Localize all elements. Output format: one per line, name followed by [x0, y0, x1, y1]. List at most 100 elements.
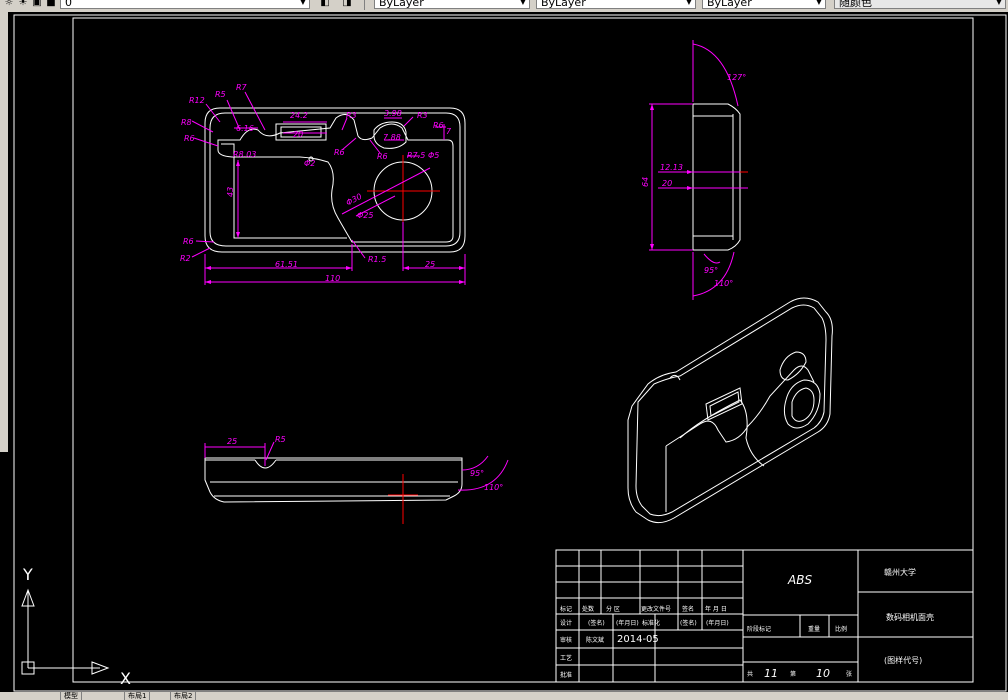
dim-phi25: Φ25	[357, 211, 373, 220]
iso-outer-outline	[627, 297, 833, 524]
dim-r6b: R6	[334, 148, 345, 157]
dim-r6c: R6	[377, 152, 388, 161]
dim-64: 64	[641, 177, 650, 187]
header-change-doc: 更改文件号	[641, 605, 671, 613]
layer-value: 0	[65, 0, 72, 9]
dim-r8: R8	[181, 118, 192, 127]
design-label: 设计	[560, 619, 572, 627]
dim-r15: R1.5	[368, 255, 386, 264]
sheet-label: 第	[790, 670, 796, 678]
layout-tabs: 模型 布局1 布局2	[0, 692, 1008, 700]
standardize-date: (年月日)	[706, 619, 729, 627]
lineweight-dropdown[interactable]: ByLayer ▼	[702, 0, 826, 9]
iso-lens-inner	[791, 387, 815, 422]
material-text: ABS	[787, 573, 812, 587]
dim-7: 7	[446, 127, 452, 136]
linetype-dropdown[interactable]: ByLayer ▼	[536, 0, 696, 9]
layer-freeze-icon[interactable]: ☀	[16, 0, 30, 9]
dim-a127: 127°	[727, 73, 746, 82]
dim-r5: R5	[215, 90, 226, 99]
properties-toolbar: ☼ ☀ ▣ ■ 0 ▼ ◧ ◨ ByLayer ▼ ByLayer ▼ ByLa…	[0, 0, 1008, 12]
standardize-sign: (签名)	[680, 619, 697, 627]
dim-242: 24.2	[290, 111, 308, 120]
leader-bottom-r5	[265, 441, 275, 461]
designer-name: 陈文斌	[586, 636, 604, 644]
ucs-icon	[21, 588, 110, 675]
process-label: 工艺	[560, 654, 572, 662]
ucs-y-label: Y	[22, 565, 33, 584]
dim-r3a: R3	[346, 111, 357, 120]
sheets-total-label: 共	[747, 670, 753, 678]
plotstyle-dropdown[interactable]: 随颜色 ▼	[834, 0, 1006, 9]
header-date: 年 月 日	[705, 605, 727, 613]
header-mark: 标记	[560, 605, 572, 613]
tab-model[interactable]: 模型	[60, 692, 82, 700]
angle-arc-95	[703, 253, 721, 264]
color-value: ByLayer	[379, 0, 424, 9]
drawing-name-text: 数码相机面壳	[886, 612, 934, 622]
toolbar-divider	[364, 0, 365, 10]
dim-side-20: 20	[662, 179, 672, 188]
dim-r6e: R6	[183, 237, 194, 246]
dim-phi30: Φ30	[345, 192, 364, 208]
dim-phi2: Φ2	[304, 159, 315, 168]
dim-788: 7.88	[383, 133, 401, 142]
layer-previous-icon[interactable]: ◨	[340, 0, 354, 9]
layer-color-icon[interactable]: ■	[44, 0, 58, 9]
design-date-sign: (年月日)	[616, 619, 639, 627]
stage-label: 阶段标记	[747, 625, 771, 633]
dim-bottom-r5: R5	[275, 435, 286, 444]
leader-r6e	[195, 240, 215, 243]
dim-phi5: Φ5	[428, 151, 439, 160]
dim-a95: 95°	[704, 266, 718, 275]
school-text: 赣州大学	[884, 567, 916, 577]
dim-6151: 61.51	[275, 260, 298, 269]
dim-20: 20	[293, 130, 303, 139]
tab-layout1[interactable]: 布局1	[124, 692, 151, 700]
weight-label: 重量	[808, 625, 820, 633]
side-view	[692, 103, 741, 251]
color-dropdown[interactable]: ByLayer ▼	[374, 0, 530, 9]
chevron-down-icon: ▼	[519, 0, 527, 6]
chevron-down-icon: ▼	[299, 0, 307, 6]
dim-r12: R12	[189, 96, 205, 105]
layer-dropdown[interactable]: 0 ▼	[60, 0, 310, 9]
drawing-canvas[interactable]: R12 R5 R7 R8 R6 24.2 20 6.16 R3 3.98 R3 …	[0, 12, 1008, 692]
side-dim-arrows	[650, 104, 693, 250]
layer-state-icon[interactable]: ☼	[2, 0, 16, 9]
review-label: 审核	[560, 636, 572, 644]
approve-label: 批准	[560, 671, 572, 679]
make-layer-current-icon[interactable]: ◧	[318, 0, 332, 9]
drawing-border	[72, 17, 974, 683]
dim-398: 3.98	[384, 109, 402, 118]
bottom-dimensions	[204, 441, 509, 491]
header-sign: 签名	[682, 605, 694, 613]
dim-43: 43	[226, 187, 235, 197]
leader-r3b	[403, 116, 414, 127]
dim-bottom-25: 25	[227, 437, 237, 446]
dim-r803: R8.03	[233, 150, 256, 159]
plotstyle-value: 随颜色	[839, 0, 872, 9]
leader-r15	[351, 239, 366, 259]
layer-lock-icon[interactable]: ▣	[30, 0, 44, 9]
chevron-down-icon: ▼	[685, 0, 693, 6]
dim-r2: R2	[180, 254, 191, 263]
leader-r6a	[193, 137, 219, 147]
isometric-view	[627, 297, 833, 524]
linetype-value: ByLayer	[541, 0, 586, 9]
design-sign: (签名)	[588, 619, 605, 627]
ucs-x-label: X	[120, 669, 131, 688]
bottom-view	[204, 457, 463, 503]
title-block-text: ABS 赣州大学 数码相机面壳 (图样代号) 标记 处数 分 区 更改文件号 签…	[560, 567, 934, 680]
lineweight-value: ByLayer	[707, 0, 752, 9]
standardize-label: 标准化	[642, 619, 660, 627]
dim-r7: R7	[236, 83, 248, 92]
dim-r3b: R3	[417, 111, 428, 120]
scale-label: 比例	[835, 625, 847, 633]
dim-1213: 12.13	[660, 163, 683, 172]
dim-616: 6.16	[236, 124, 254, 133]
tab-layout2[interactable]: 布局2	[170, 692, 197, 700]
dim-25: 25	[425, 260, 435, 269]
dim-bottom-a95: 95°	[470, 469, 484, 478]
front-cavity-outline	[217, 114, 454, 243]
